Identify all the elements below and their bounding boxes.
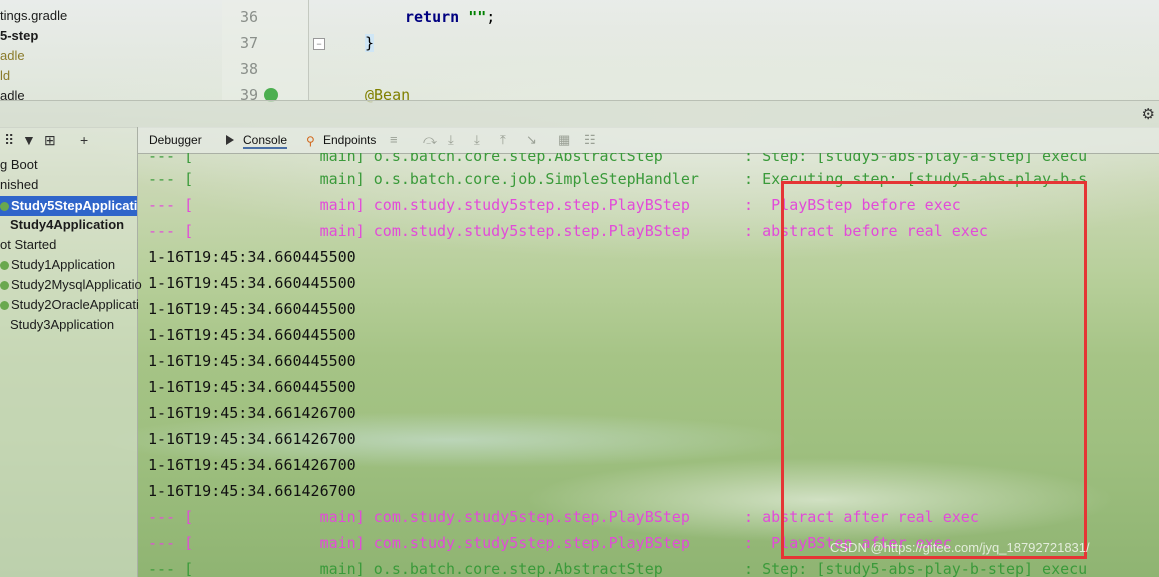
spring-boot-icon — [0, 281, 9, 291]
tree-item-label: Study2MysqlApplicatio — [11, 277, 142, 292]
project-tree-top: tings.gradle 5-step adle ld adle — [0, 0, 222, 103]
line-number: 38 — [240, 60, 259, 78]
tree-group-not-started[interactable]: ot Started — [0, 237, 56, 252]
new-tab-icon[interactable]: ⊞ — [44, 132, 56, 149]
console-icon — [226, 135, 234, 145]
tab-debugger[interactable]: Debugger — [149, 133, 202, 147]
tree-item-study1[interactable]: Study1Application — [0, 257, 115, 272]
console-line: 1-16T19:45:34.661426700 — [148, 456, 356, 474]
project-file-settings-gradle[interactable]: tings.gradle — [0, 8, 67, 23]
console-line: 1-16T19:45:34.660445500 — [148, 378, 356, 396]
filter-icon[interactable]: ▼ — [22, 132, 36, 148]
spring-boot-icon — [0, 261, 9, 271]
tree-item-study4[interactable]: Study4Application — [10, 217, 124, 232]
menu-icon[interactable]: ≡ — [390, 132, 398, 147]
tree-item-study3[interactable]: Study3Application — [10, 317, 114, 332]
panel-divider: ⚙ — [0, 100, 1159, 128]
fold-icon[interactable]: − — [313, 38, 325, 50]
console-line: 1-16T19:45:34.660445500 — [148, 352, 356, 370]
highlight-box — [781, 181, 1087, 559]
console-line: --- [ main] o.s.batch.core.step.Abstract… — [148, 560, 1088, 577]
console-line: 1-16T19:45:34.660445500 — [148, 274, 356, 292]
keyword-return: return — [405, 8, 460, 26]
tree-item-label: Study1Application — [11, 257, 116, 272]
console-line: 1-16T19:45:34.660445500 — [148, 300, 356, 318]
console-line: 1-16T19:45:34.661426700 — [148, 404, 356, 422]
line-number: 36 — [240, 8, 259, 26]
string-literal: "" — [468, 8, 487, 26]
tree-group-finished[interactable]: nished — [0, 177, 38, 192]
tree-item-label: Study2OracleApplicati — [11, 297, 139, 312]
tab-console[interactable]: Console — [243, 133, 288, 149]
line-number: 37 — [240, 34, 259, 52]
run-to-cursor-icon[interactable]: ↘ — [526, 132, 537, 148]
tree-item-study5[interactable]: Study5StepApplicati — [0, 196, 137, 216]
run-tabs: Debugger Console ⚲ Endpoints ≡ ⤼ ⤓ ⤓ ⤒ ↘… — [138, 127, 1159, 154]
watermark: CSDN @https://gitee.com/jyq_18792721831/ — [830, 540, 1090, 555]
step-out-icon[interactable]: ⤒ — [500, 132, 506, 148]
tree-item-label: Study5StepApplicati — [11, 198, 138, 213]
spring-boot-icon — [0, 301, 9, 311]
tree-item-study2-mysql[interactable]: Study2MysqlApplicatio — [0, 277, 142, 292]
run-dashboard-tree: g Boot nished Study5StepApplicati Study4… — [0, 127, 142, 577]
evaluate-icon[interactable]: ▦ — [558, 132, 570, 148]
project-module-step[interactable]: 5-step — [0, 28, 38, 43]
spring-boot-icon — [0, 202, 9, 212]
group-icon[interactable]: ⠿ — [4, 132, 14, 149]
tree-item-study2-oracle[interactable]: Study2OracleApplicati — [0, 297, 139, 312]
endpoints-icon: ⚲ — [306, 134, 315, 148]
force-step-into-icon[interactable]: ⤓ — [474, 132, 480, 148]
tab-endpoints[interactable]: Endpoints — [323, 133, 376, 147]
run-dashboard-toolbar: ⠿ ▼ ⊞ + — [0, 127, 137, 153]
code-editor: tings.gradle 5-step adle ld adle 36 37 3… — [0, 0, 1159, 104]
console-line: 1-16T19:45:34.661426700 — [148, 430, 356, 448]
code-line-return: return ""; — [405, 8, 495, 26]
trace-icon[interactable]: ☷ — [584, 132, 596, 148]
editor-gutter — [222, 0, 309, 100]
project-file-gradle[interactable]: adle — [0, 48, 25, 63]
step-over-icon[interactable]: ⤼ — [423, 132, 437, 148]
add-icon[interactable]: + — [80, 132, 88, 148]
tree-group-spring-boot[interactable]: g Boot — [0, 157, 38, 172]
console-line: 1-16T19:45:34.660445500 — [148, 248, 356, 266]
settings-gear-icon[interactable]: ⚙ — [1142, 105, 1155, 123]
semicolon: ; — [486, 8, 496, 26]
code-line-brace: } — [365, 34, 375, 52]
console-line: 1-16T19:45:34.661426700 — [148, 482, 356, 500]
project-file-build[interactable]: ld — [0, 68, 10, 83]
console-line: 1-16T19:45:34.660445500 — [148, 326, 356, 344]
step-into-icon[interactable]: ⤓ — [448, 132, 454, 148]
